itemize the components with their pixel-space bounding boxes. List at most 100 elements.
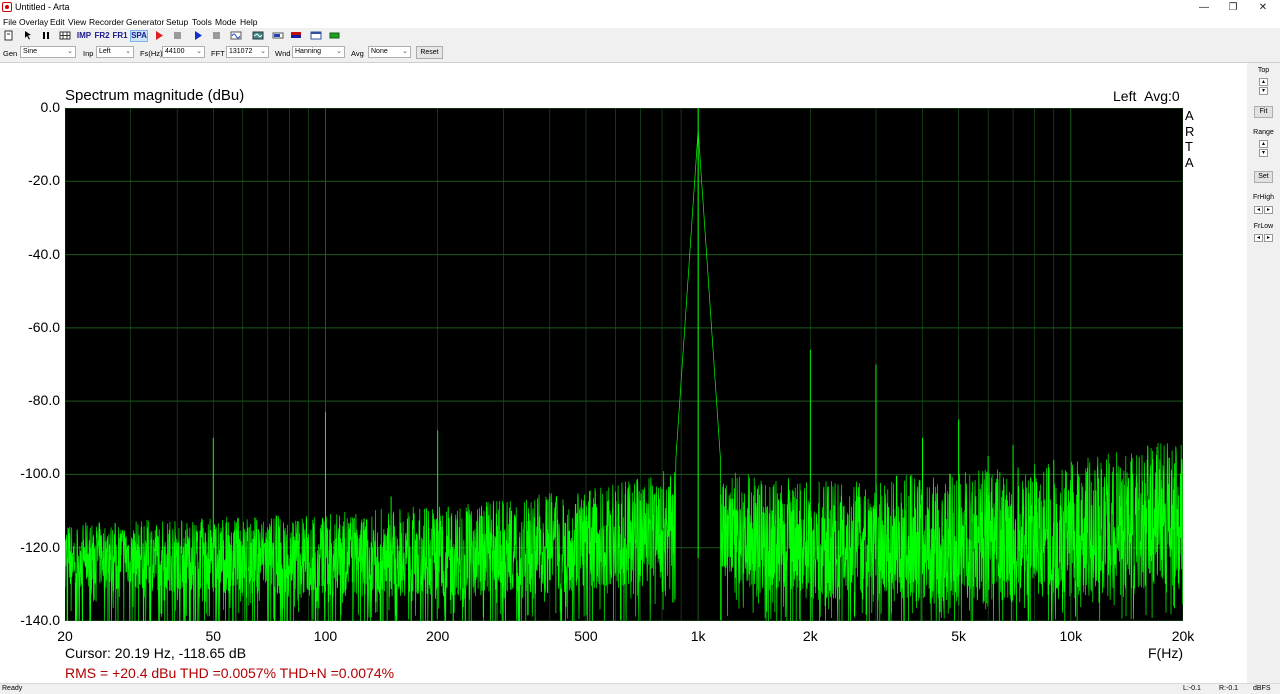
inp-value: Left xyxy=(99,48,111,55)
menu-edit[interactable]: Edit xyxy=(50,17,65,27)
arta-watermark: A R T A xyxy=(1185,108,1194,170)
channel-avg-readout: Left Avg:0 xyxy=(1113,88,1180,104)
generator-icon[interactable] xyxy=(230,30,242,42)
grid-icon[interactable] xyxy=(59,30,71,42)
control-bar: Gen Sine ⌄ Inp Left ⌄ Fs(Hz) 44100 ⌄ FFT 13… xyxy=(0,44,1280,63)
x-tick-label: 5k xyxy=(951,628,967,644)
frlow-right-arrow-icon[interactable]: ▸ xyxy=(1264,234,1273,242)
fs-select[interactable]: 44100 ⌄ xyxy=(162,46,205,58)
menu-overlay[interactable]: Overlay xyxy=(19,17,48,27)
status-unit: dBFS xyxy=(1253,685,1271,692)
x-axis-label: F(Hz) xyxy=(1148,645,1183,661)
stop-icon[interactable] xyxy=(211,30,221,42)
play-icon[interactable] xyxy=(193,30,203,42)
x-tick-label: 10k xyxy=(1059,628,1083,644)
y-tick-label: -40.0 xyxy=(28,245,60,262)
cursor-icon[interactable] xyxy=(23,30,33,42)
inp-label: Inp xyxy=(83,49,94,58)
record-start-icon[interactable] xyxy=(154,30,164,42)
menu-generator[interactable]: Generator xyxy=(126,17,164,27)
battery-icon[interactable] xyxy=(329,30,341,42)
status-ready: Ready xyxy=(2,685,23,692)
range-up-arrow-icon[interactable]: ▴ xyxy=(1259,140,1268,148)
menu-recorder[interactable]: Recorder xyxy=(89,17,124,27)
chevron-down-icon: ⌄ xyxy=(402,48,408,55)
status-left-level: L:-0.1 xyxy=(1183,685,1201,692)
x-tick-label: 2k xyxy=(802,628,818,644)
menu-view[interactable]: View xyxy=(68,17,86,27)
x-tick-label: 20 xyxy=(57,628,73,644)
title-bar: Untitled - Arta — ❐ ✕ xyxy=(0,0,1280,15)
record-stop-icon[interactable] xyxy=(172,30,182,42)
y-tick-label: -20.0 xyxy=(28,172,60,189)
watermark-letter: T xyxy=(1185,139,1193,154)
y-tick-label: 0.0 xyxy=(40,99,60,115)
menu-bar: File Overlay Edit View Recorder Generato… xyxy=(0,15,1280,28)
chevron-down-icon: ⌄ xyxy=(260,48,266,55)
status-bar: Ready L:-0.1 R:-0.1 dBFS xyxy=(0,683,1280,694)
chevron-down-icon: ⌄ xyxy=(67,48,73,55)
flag-icon[interactable] xyxy=(290,30,302,42)
frlow-label: FrLow xyxy=(1253,223,1274,230)
restore-button[interactable]: ❐ xyxy=(1216,0,1250,15)
wnd-select[interactable]: Hanning ⌄ xyxy=(292,46,345,58)
fft-label: FFT xyxy=(211,49,225,58)
inp-select[interactable]: Left ⌄ xyxy=(96,46,134,58)
side-panel: Top ▴ ▾ Fit Range ▴ ▾ Set FrHigh ◂ ▸ FrL… xyxy=(1247,63,1280,683)
avg-select[interactable]: None ⌄ xyxy=(368,46,411,58)
watermark-letter: A xyxy=(1185,108,1194,123)
y-tick-label: -140.0 xyxy=(20,612,60,628)
pause-icon[interactable] xyxy=(41,30,51,42)
fit-button[interactable]: Fit xyxy=(1254,106,1273,118)
frhigh-right-arrow-icon[interactable]: ▸ xyxy=(1264,206,1273,214)
new-file-icon[interactable] xyxy=(4,30,14,42)
reset-button[interactable]: Reset xyxy=(416,46,443,59)
fs-label: Fs(Hz) xyxy=(140,49,163,58)
fft-select[interactable]: 131072 ⌄ xyxy=(226,46,269,58)
spectrum-plot[interactable] xyxy=(65,108,1183,621)
menu-mode[interactable]: Mode xyxy=(215,17,236,27)
watermark-letter: A xyxy=(1185,154,1194,170)
range-label: Range xyxy=(1253,129,1274,136)
menu-setup[interactable]: Setup xyxy=(166,17,188,27)
x-tick-label: 200 xyxy=(425,628,450,644)
meter-icon[interactable] xyxy=(272,30,284,42)
menu-file[interactable]: File xyxy=(3,17,17,27)
plot-panel: Spectrum magnitude (dBu) Left Avg:0 A R … xyxy=(0,63,1247,683)
chevron-down-icon: ⌄ xyxy=(125,48,131,55)
watermark-letter: R xyxy=(1185,123,1195,139)
x-tick-label: 20k xyxy=(1171,628,1195,644)
fr1-mode-button[interactable]: FR1 xyxy=(112,30,128,42)
imp-mode-button[interactable]: IMP xyxy=(76,30,92,42)
window-icon[interactable] xyxy=(310,30,322,42)
cursor-readout: Cursor: 20.19 Hz, -118.65 dB xyxy=(65,645,247,661)
y-tick-label: -80.0 xyxy=(28,392,60,409)
wnd-label: Wnd xyxy=(275,49,291,58)
toolbar: IMP FR2 FR1 SPA xyxy=(0,28,1280,44)
x-tick-label: 500 xyxy=(574,628,598,644)
chart-title: Spectrum magnitude (dBu) xyxy=(65,87,245,104)
y-tick-label: -120.0 xyxy=(20,538,60,555)
top-down-arrow-icon[interactable]: ▾ xyxy=(1259,87,1268,95)
range-down-arrow-icon[interactable]: ▾ xyxy=(1259,149,1268,157)
scope-icon[interactable] xyxy=(252,30,264,42)
chevron-down-icon: ⌄ xyxy=(336,48,342,55)
frhigh-left-arrow-icon[interactable]: ◂ xyxy=(1254,206,1263,214)
frlow-left-arrow-icon[interactable]: ◂ xyxy=(1254,234,1263,242)
y-tick-label: -100.0 xyxy=(20,465,60,482)
fr2-mode-button[interactable]: FR2 xyxy=(94,30,110,42)
menu-help[interactable]: Help xyxy=(240,17,257,27)
spa-mode-button[interactable]: SPA xyxy=(130,30,148,42)
x-tick-label: 1k xyxy=(690,628,706,644)
menu-tools[interactable]: Tools xyxy=(192,17,212,27)
avg-value: None xyxy=(371,48,388,55)
avg-count: Avg:0 xyxy=(1144,88,1180,104)
rms-thd-readout: RMS = +20.4 dBu THD =0.0057% THD+N =0.00… xyxy=(65,665,395,681)
close-button[interactable]: ✕ xyxy=(1246,0,1280,15)
window-title: Untitled - Arta xyxy=(15,2,70,12)
set-button[interactable]: Set xyxy=(1254,171,1273,183)
gen-value: Sine xyxy=(23,48,38,55)
gen-select[interactable]: Sine ⌄ xyxy=(20,46,76,58)
x-tick-label: 50 xyxy=(205,628,222,644)
top-up-arrow-icon[interactable]: ▴ xyxy=(1259,78,1268,86)
